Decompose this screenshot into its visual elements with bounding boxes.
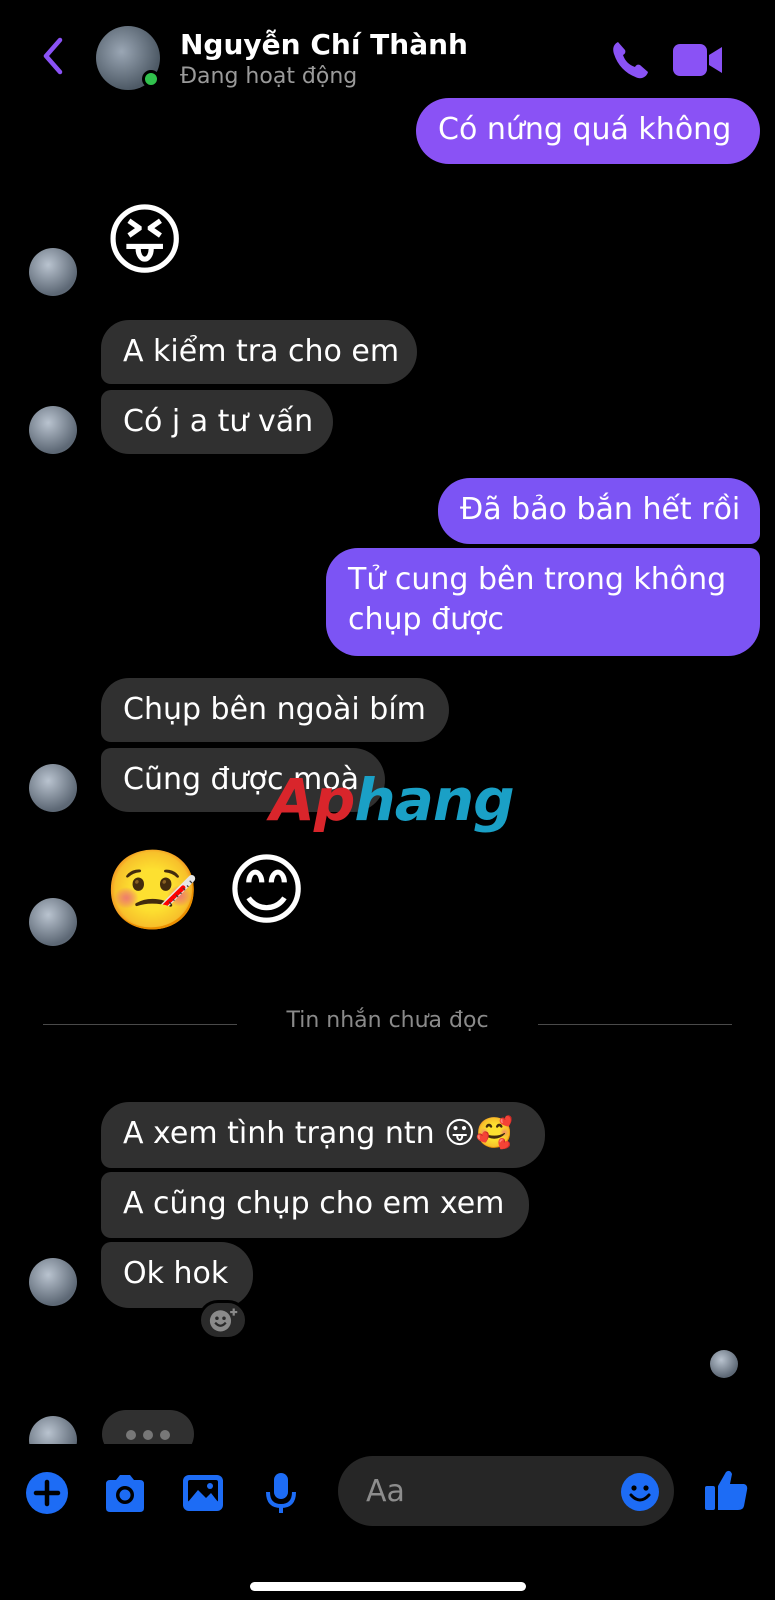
smiley-icon[interactable] (620, 1472, 660, 1512)
emoji-message[interactable]: 🤒 😊 (104, 846, 307, 936)
phone-icon[interactable] (608, 38, 652, 82)
back-chevron-icon[interactable] (36, 34, 70, 78)
contact-name[interactable]: Nguyễn Chí Thành (180, 28, 468, 61)
emoji-message[interactable]: 😝 (104, 196, 185, 286)
watermark-logo: Aphang (270, 766, 515, 834)
thumbs-up-icon[interactable] (702, 1466, 750, 1514)
contact-avatar-small (29, 1258, 77, 1306)
received-message[interactable]: Chụp bên ngoài bím (101, 678, 449, 742)
contact-avatar-small (29, 406, 77, 454)
contact-avatar-small (29, 248, 77, 296)
divider-line-right (538, 1024, 732, 1025)
camera-icon[interactable] (102, 1470, 148, 1516)
unread-divider-label: Tin nhắn chưa đọc (286, 1008, 489, 1033)
received-message[interactable]: A kiểm tra cho em (101, 320, 417, 384)
plus-icon[interactable] (24, 1470, 70, 1516)
sent-message[interactable]: Tử cung bên trong không chụp được (326, 548, 760, 656)
image-gallery-icon[interactable] (180, 1470, 226, 1516)
sent-message[interactable]: Đã bảo bắn hết rồi (438, 478, 760, 544)
sent-message[interactable]: Có nứng quá không (416, 98, 760, 164)
add-reaction-button[interactable] (198, 1300, 248, 1340)
received-message[interactable]: Có j a tư vấn (101, 390, 333, 454)
received-message[interactable]: A xem tình trạng ntn 😛🥰 (101, 1102, 545, 1168)
home-indicator[interactable] (250, 1582, 526, 1591)
received-message[interactable]: Ok hok (101, 1242, 253, 1308)
contact-avatar-small (29, 764, 77, 812)
video-camera-icon[interactable] (672, 40, 724, 80)
received-message[interactable]: A cũng chụp cho em xem (101, 1172, 529, 1238)
online-status-dot (142, 70, 160, 88)
add-reaction-icon (209, 1308, 238, 1332)
microphone-icon[interactable] (258, 1470, 304, 1516)
contact-status: Đang hoạt động (180, 64, 358, 89)
seen-receipt-avatar (710, 1350, 738, 1378)
contact-avatar-small (29, 898, 77, 946)
